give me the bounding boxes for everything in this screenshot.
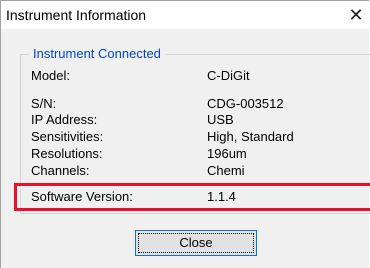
ip-address-value: USB <box>207 112 234 127</box>
resolutions-value: 196um <box>207 146 247 161</box>
channels-label: Channels: <box>31 163 90 178</box>
ip-address-label: IP Address: <box>31 112 98 127</box>
software-version-label: Software Version: <box>31 189 133 204</box>
channels-value: Chemi <box>207 163 245 178</box>
close-icon[interactable]: ✕ <box>345 5 367 25</box>
resolutions-label: Resolutions: <box>31 146 103 161</box>
instrument-info-dialog: Instrument Information ✕ Instrument Conn… <box>0 0 370 268</box>
serial-number-value: CDG-003512 <box>207 96 284 111</box>
sensitivities-value: High, Standard <box>207 129 294 144</box>
group-title: Instrument Connected <box>29 46 166 62</box>
title-bar: Instrument Information ✕ <box>1 1 370 29</box>
serial-number-label: S/N: <box>31 96 57 111</box>
model-label: Model: <box>31 68 71 83</box>
window-title: Instrument Information <box>6 7 147 23</box>
software-version-value: 1.1.4 <box>207 189 236 204</box>
model-value: C-DiGit <box>207 68 250 83</box>
sensitivities-label: Sensitivities: <box>31 129 104 144</box>
close-button[interactable]: Close <box>135 230 257 256</box>
close-button-label: Close <box>179 235 213 250</box>
